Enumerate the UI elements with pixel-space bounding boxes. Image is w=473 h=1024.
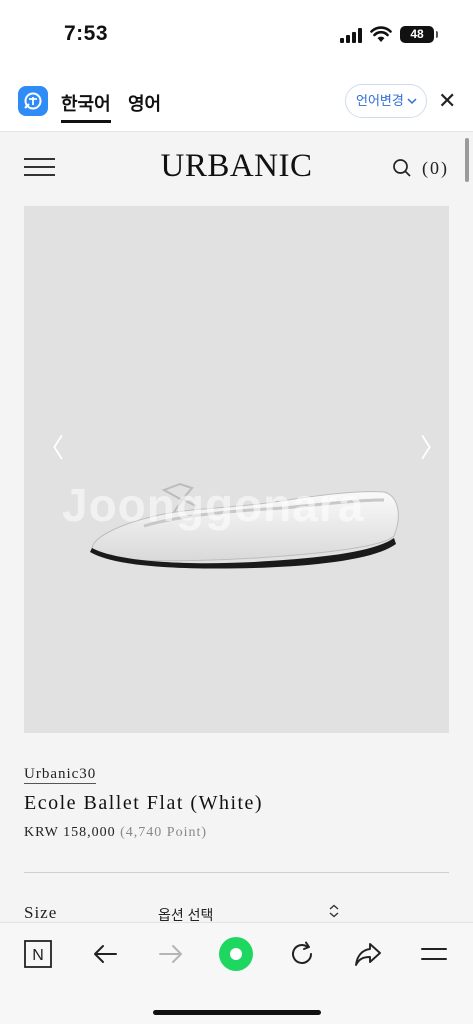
- select-chevron-icon[interactable]: [328, 904, 340, 919]
- size-select[interactable]: 옵션 선택: [158, 905, 213, 922]
- scrollbar[interactable]: [465, 138, 469, 182]
- chevron-right-icon[interactable]: 〉: [420, 428, 446, 465]
- chevron-down-icon: [407, 85, 417, 130]
- cart-count[interactable]: (0): [422, 158, 449, 179]
- site-header: URBANIC (0): [0, 132, 473, 204]
- chevron-left-icon[interactable]: 〈: [38, 428, 64, 465]
- arrow-back-icon[interactable]: [91, 940, 123, 972]
- cellular-signal-icon: [340, 28, 364, 43]
- image-watermark: Joonggonara: [62, 479, 365, 531]
- home-indicator[interactable]: [153, 1010, 321, 1015]
- change-language-label: 언어변경: [356, 93, 404, 108]
- naver-n-label: N: [32, 947, 44, 964]
- search-icon[interactable]: [392, 158, 412, 178]
- product-brand-link[interactable]: Urbanic30: [24, 766, 97, 784]
- divider: [24, 872, 449, 873]
- status-bar: 7:53 48: [0, 0, 473, 70]
- battery-icon: 48: [400, 26, 438, 43]
- browser-toolbar: N: [0, 922, 473, 1024]
- wifi-icon: [370, 26, 392, 43]
- tab-korean[interactable]: 한국어: [61, 90, 111, 123]
- naver-n-icon[interactable]: N: [24, 940, 56, 972]
- close-icon[interactable]: ✕: [438, 90, 456, 112]
- web-content: URBANIC (0) Joonggonara 〈 〉 Urbanic30 Ec…: [0, 132, 473, 922]
- point-value: (4,740 Point): [120, 825, 208, 840]
- product-name: Ecole Ballet Flat (White): [24, 792, 264, 814]
- product-price: KRW 158,000 (4,740 Point): [24, 825, 207, 841]
- translate-bar: 한국어 영어 언어변경 ✕: [0, 70, 473, 132]
- menu-icon[interactable]: [419, 940, 451, 972]
- change-language-button[interactable]: 언어변경: [345, 84, 427, 118]
- battery-percent: 48: [410, 27, 424, 41]
- price-value: KRW 158,000: [24, 825, 116, 840]
- product-image[interactable]: Joonggonara 〈 〉: [24, 206, 449, 733]
- refresh-icon[interactable]: [288, 940, 320, 972]
- tab-english[interactable]: 영어: [128, 90, 161, 116]
- green-dot-icon[interactable]: [218, 936, 254, 972]
- arrow-forward-icon[interactable]: [157, 940, 189, 972]
- size-label: Size: [24, 903, 58, 922]
- translate-icon[interactable]: [18, 86, 48, 116]
- status-time: 7:53: [64, 22, 109, 45]
- share-icon[interactable]: [353, 940, 385, 972]
